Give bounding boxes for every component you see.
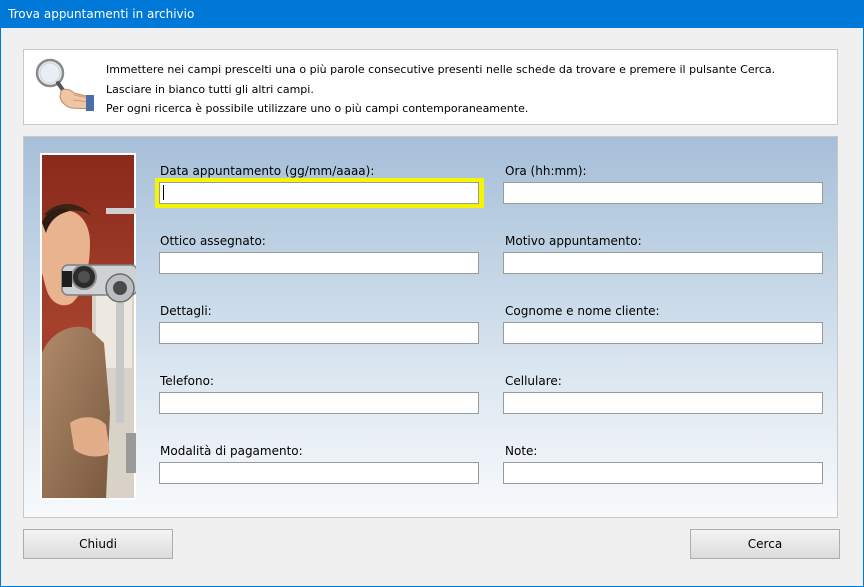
- close-button[interactable]: Chiudi: [23, 529, 173, 559]
- label-note: Note:: [505, 444, 538, 458]
- window-title: Trova appuntamenti in archivio: [8, 7, 195, 21]
- label-telefono: Telefono:: [160, 374, 214, 388]
- label-data-appuntamento: Data appuntamento (gg/mm/aaaa):: [160, 164, 375, 178]
- label-motivo-appuntamento: Motivo appuntamento:: [505, 234, 642, 248]
- label-dettagli: Dettagli:: [160, 304, 212, 318]
- instruction-line-2: Lasciare in bianco tutti gli altri campi…: [106, 83, 314, 96]
- dettagli-input[interactable]: [159, 322, 479, 344]
- data-appuntamento-input[interactable]: [159, 182, 479, 204]
- instruction-line-1: Immettere nei campi prescelti una o più …: [106, 63, 776, 76]
- title-bar[interactable]: Trova appuntamenti in archivio: [0, 0, 864, 28]
- telefono-input[interactable]: [159, 392, 479, 414]
- note-input[interactable]: [503, 462, 823, 484]
- dialog-window: Trova appuntamenti in archivio Immettere…: [0, 0, 864, 587]
- instruction-line-3: Per ogni ricerca è possibile utilizzare …: [106, 102, 529, 115]
- optician-photo: [40, 153, 136, 500]
- label-ottico-assegnato: Ottico assegnato:: [160, 234, 266, 248]
- cognome-nome-cliente-input[interactable]: [503, 322, 823, 344]
- ora-input[interactable]: [503, 182, 823, 204]
- modalita-pagamento-input[interactable]: [159, 462, 479, 484]
- cellulare-input[interactable]: [503, 392, 823, 414]
- magnifier-hand-icon: [34, 57, 94, 113]
- label-modalita-pagamento: Modalità di pagamento:: [160, 444, 303, 458]
- label-ora: Ora (hh:mm):: [505, 164, 587, 178]
- text-caret: [163, 185, 164, 200]
- label-cognome-nome-cliente: Cognome e nome cliente:: [505, 304, 660, 318]
- search-button[interactable]: Cerca: [690, 529, 840, 559]
- label-cellulare: Cellulare:: [505, 374, 562, 388]
- motivo-appuntamento-input[interactable]: [503, 252, 823, 274]
- ottico-assegnato-input[interactable]: [159, 252, 479, 274]
